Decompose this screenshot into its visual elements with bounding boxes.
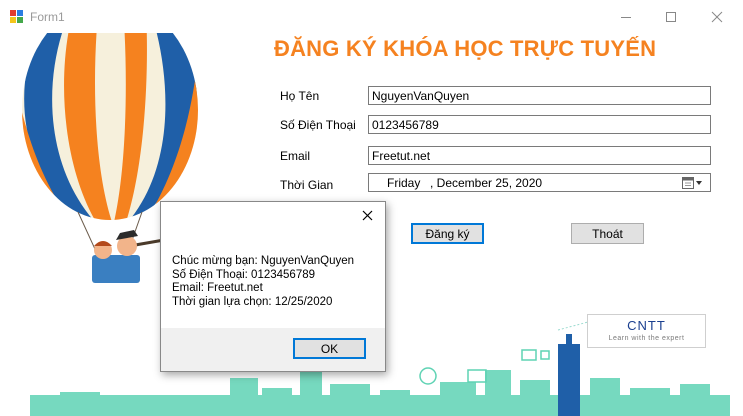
cntt-logo: CNTT Learn with the expert: [587, 314, 706, 348]
close-icon: [711, 11, 723, 22]
app-icon: [10, 10, 23, 23]
email-input[interactable]: Freetut.net: [368, 146, 711, 165]
dialog-close-button[interactable]: [359, 207, 375, 223]
logo-tagline: Learn with the expert: [608, 335, 685, 342]
dialog-line-email: Email: Freetut.net: [172, 282, 263, 294]
phone-label: Số Điện Thoại: [280, 118, 356, 132]
logo-text: CNTT: [627, 318, 666, 333]
title-bar: Form1: [0, 0, 743, 33]
date-text: , December 25, 2020: [430, 176, 543, 190]
close-button[interactable]: [694, 0, 740, 33]
exit-button[interactable]: Thoát: [571, 223, 644, 244]
maximize-button[interactable]: [648, 0, 694, 33]
dialog-message: Chúc mừng bạn: NguyenVanQuyen Số Điện Th…: [172, 255, 354, 309]
phone-input[interactable]: 0123456789: [368, 115, 711, 134]
message-dialog: Chúc mừng bạn: NguyenVanQuyen Số Điện Th…: [160, 201, 386, 372]
dialog-line-time: Thời gian lựa chọn: 12/25/2020: [172, 295, 333, 308]
register-button[interactable]: Đăng ký: [411, 223, 484, 244]
page-heading: ĐĂNG KÝ KHÓA HỌC TRỰC TUYẾN: [274, 36, 657, 61]
dialog-footer: OK: [161, 328, 385, 371]
ok-button[interactable]: OK: [293, 338, 366, 359]
dialog-line-phone: Số Điện Thoại: 0123456789: [172, 268, 316, 281]
date-picker[interactable]: Friday , December 25, 2020: [368, 173, 711, 192]
maximize-icon: [666, 11, 676, 22]
date-day: Friday: [387, 176, 421, 190]
minimize-button[interactable]: [603, 0, 649, 33]
name-input[interactable]: NguyenVanQuyen: [368, 86, 711, 105]
minimize-icon: [621, 16, 631, 18]
name-label: Họ Tên: [280, 89, 320, 103]
email-label: Email: [280, 149, 311, 163]
close-icon: [362, 210, 372, 220]
dialog-line-greeting: Chúc mừng bạn: NguyenVanQuyen: [172, 255, 355, 267]
time-label: Thời Gian: [280, 178, 334, 192]
window-title: Form1: [30, 10, 65, 24]
calendar-dropdown-icon[interactable]: [682, 177, 704, 189]
